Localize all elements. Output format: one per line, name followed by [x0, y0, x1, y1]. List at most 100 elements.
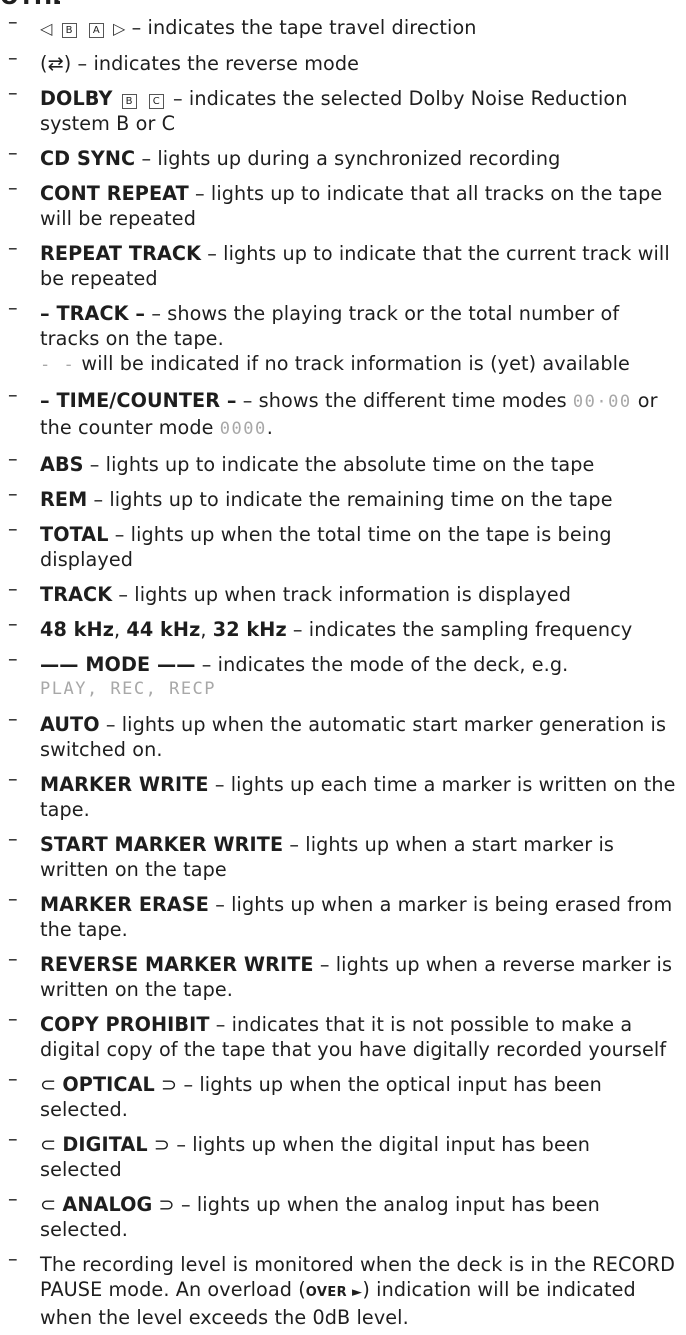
list-item-text: 48 kHz, 44 kHz, 32 kHz – indicates the s…	[40, 612, 678, 647]
item-label: REM	[40, 488, 88, 511]
item-sep: ,	[200, 618, 213, 641]
list-item: – ABS – lights up to indicate the absolu…	[0, 447, 678, 482]
list-dash: –	[8, 81, 18, 104]
list-dash: –	[8, 482, 18, 505]
item-desc: – indicates the sampling frequency	[286, 618, 633, 641]
list-item: – ⊂ DIGITAL ⊃ – lights up when the digit…	[0, 1127, 678, 1187]
list-dash: –	[8, 612, 18, 635]
bracket-close-icon: ⊃	[152, 1193, 175, 1216]
list-item: – CONT REPEAT – lights up to indicate th…	[0, 176, 678, 236]
indicator-list: – ◁ B A ▷ – indicates the tape travel di…	[0, 10, 678, 1335]
list-item-text: —— MODE —— – indicates the mode of the d…	[40, 647, 678, 707]
list-item-text: MARKER WRITE – lights up each time a mar…	[40, 767, 678, 827]
list-item: – (⇄) – indicates the reverse mode	[0, 46, 678, 81]
item-label: AUTO	[40, 713, 100, 736]
list-dash: –	[8, 647, 18, 670]
list-item: – The recording level is monitored when …	[0, 1247, 678, 1335]
list-item: – 48 kHz, 44 kHz, 32 kHz – indicates the…	[0, 612, 678, 647]
list-dash: –	[8, 236, 18, 259]
item-desc: – lights up during a synchronized record…	[135, 147, 561, 170]
bracket-open-icon: ⊂	[40, 1193, 63, 1216]
list-item: – MARKER WRITE – lights up each time a m…	[0, 767, 678, 827]
list-item: – REPEAT TRACK – lights up to indicate t…	[0, 236, 678, 296]
list-item-text: ◁ B A ▷ – indicates the tape travel dire…	[40, 10, 678, 46]
list-item: – REM – lights up to indicate the remain…	[0, 482, 678, 517]
list-item: – – TRACK – – shows the playing track or…	[0, 296, 678, 383]
list-item-text: MARKER ERASE – lights up when a marker i…	[40, 887, 678, 947]
lcd-counter: 0000	[219, 419, 267, 439]
list-item-text: ⊂ DIGITAL ⊃ – lights up when the digital…	[40, 1127, 678, 1187]
lcd-time: 00·00	[572, 392, 632, 412]
item-label: CD SYNC	[40, 147, 136, 170]
bracket-close-icon: ⊃	[147, 1133, 171, 1156]
list-dash: –	[8, 577, 18, 600]
item-label: COPY PROHIBIT	[40, 1013, 210, 1036]
item-sep: ,	[113, 618, 127, 641]
item-desc: – lights up when the automatic start mar…	[40, 713, 667, 761]
list-dash: –	[8, 517, 18, 540]
lcd-mode-examples: PLAY, REC, RECP	[40, 679, 217, 699]
box-b-icon: B	[121, 94, 137, 109]
list-dash: –	[8, 447, 18, 470]
item-desc: – indicates the mode of the deck, e.g.	[195, 653, 569, 676]
item-label: – TIME/COUNTER –	[40, 389, 237, 412]
list-item-text: DOLBY B C – indicates the selected Dolby…	[40, 81, 678, 141]
list-item-text: ⊂ OPTICAL ⊃ – lights up when the optical…	[40, 1067, 678, 1127]
right-arrow-icon: ▷	[113, 19, 126, 38]
list-item-text: REVERSE MARKER WRITE – lights up when a …	[40, 947, 678, 1007]
box-c-icon: C	[148, 94, 164, 109]
box-b-icon: B	[61, 23, 77, 38]
list-dash: –	[8, 947, 18, 970]
list-dash: –	[8, 383, 18, 406]
list-item-text: – TRACK – – shows the playing track or t…	[40, 296, 678, 383]
list-item: – START MARKER WRITE – lights up when a …	[0, 827, 678, 887]
item-desc: – lights up when the total time on the t…	[40, 523, 612, 571]
item-label: – TRACK –	[40, 302, 146, 325]
item-label: —— MODE ——	[40, 653, 196, 676]
item-label: TOTAL	[40, 523, 109, 546]
list-item-text: AUTO – lights up when the automatic star…	[40, 707, 678, 767]
item-desc: – lights up to indicate the remaining ti…	[87, 488, 613, 511]
item-label: 48 kHz	[40, 618, 114, 641]
item-desc: – indicates the reverse mode	[71, 52, 360, 75]
item-subtext: - - will be indicated if no track inform…	[40, 351, 678, 378]
list-item: – ⊂ ANALOG ⊃ – lights up when the analog…	[0, 1187, 678, 1247]
list-item-text: COPY PROHIBIT – indicates that it is not…	[40, 1007, 678, 1067]
list-item-text: REM – lights up to indicate the remainin…	[40, 482, 678, 517]
reverse-mode-icon: (⇄)	[40, 52, 72, 75]
list-dash: –	[8, 176, 18, 199]
left-arrow-icon: ◁	[40, 19, 53, 38]
list-dash: –	[8, 1067, 18, 1090]
list-dash: –	[8, 707, 18, 730]
item-desc: – indicates the tape travel direction	[125, 16, 477, 39]
list-item: – CD SYNC – lights up during a synchroni…	[0, 141, 678, 176]
list-item-text: – TIME/COUNTER – – shows the different t…	[40, 383, 678, 447]
list-item: – DOLBY B C – indicates the selected Dol…	[0, 81, 678, 141]
list-dash: –	[8, 296, 18, 319]
list-item: – – TIME/COUNTER – – shows the different…	[0, 383, 678, 447]
item-label: REPEAT TRACK	[40, 242, 202, 265]
list-dash: –	[8, 827, 18, 850]
item-label: MARKER ERASE	[40, 893, 210, 916]
list-item-text: TOTAL – lights up when the total time on…	[40, 517, 678, 577]
list-dash: –	[8, 1187, 18, 1210]
box-a-icon: A	[88, 23, 104, 38]
item-desc: .	[266, 416, 273, 439]
list-item: – REVERSE MARKER WRITE – lights up when …	[0, 947, 678, 1007]
list-dash: –	[8, 1247, 18, 1270]
item-label: 32 kHz	[212, 618, 287, 641]
list-item-text: (⇄) – indicates the reverse mode	[40, 46, 678, 81]
item-label: START MARKER WRITE	[40, 833, 284, 856]
list-item: – ⊂ OPTICAL ⊃ – lights up when the optic…	[0, 1067, 678, 1127]
list-item: – AUTO – lights up when the automatic st…	[0, 707, 678, 767]
item-desc: – lights up to indicate the absolute tim…	[83, 453, 595, 476]
item-label: DOLBY	[40, 87, 113, 110]
list-item: – —— MODE —— – indicates the mode of the…	[0, 647, 678, 707]
item-label: ANALOG	[62, 1193, 153, 1216]
item-label: 44 kHz	[126, 618, 201, 641]
list-item: – COPY PROHIBIT – indicates that it is n…	[0, 1007, 678, 1067]
item-label: CONT REPEAT	[40, 182, 189, 205]
list-item: – TRACK – lights up when track informati…	[0, 577, 678, 612]
list-item: – MARKER ERASE – lights up when a marker…	[0, 887, 678, 947]
list-item: – TOTAL – lights up when the total time …	[0, 517, 678, 577]
